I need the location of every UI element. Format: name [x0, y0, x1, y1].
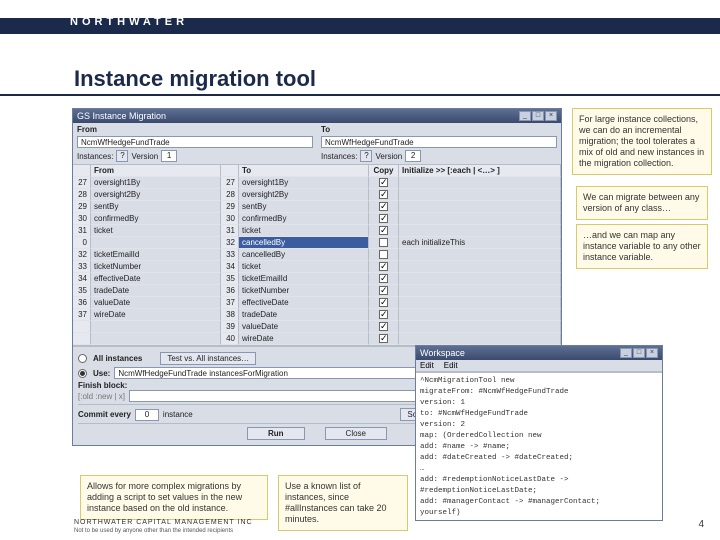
to-version-field[interactable]: 2	[405, 150, 421, 162]
all-instances-radio[interactable]	[78, 354, 87, 363]
table-row[interactable]: 30confirmedBy30confirmedBy	[73, 213, 561, 225]
table-row[interactable]: 35tradeDate36ticketNumber	[73, 285, 561, 297]
callout-versions: We can migrate between any version of an…	[576, 186, 708, 220]
commit-every-field[interactable]: 0	[135, 409, 159, 421]
callout-script: Allows for more complex migrations by ad…	[80, 475, 268, 520]
table-row[interactable]: 34effectiveDate35ticketEmailId	[73, 273, 561, 285]
table-row[interactable]: 032cancelledByeach initializeThis	[73, 237, 561, 249]
minimize-icon[interactable]: _	[519, 111, 531, 121]
page-number: 4	[698, 519, 704, 530]
use-label: Use:	[93, 369, 110, 378]
from-version-label: Version	[131, 152, 158, 161]
to-label: To	[321, 125, 557, 134]
brand: NORTHWATER	[70, 16, 188, 28]
instances-help-button[interactable]: ?	[116, 150, 128, 162]
window-title: GS Instance Migration	[77, 111, 166, 121]
mapping-grid: From To Copy Initialize >> [:each | <…> …	[73, 164, 561, 346]
workspace-title: Workspace	[420, 348, 465, 358]
window-titlebar[interactable]: GS Instance Migration _ □ ×	[73, 109, 561, 123]
table-row[interactable]: 28oversight2By28oversight2By	[73, 189, 561, 201]
footer-legal: Not to be used by anyone other than the …	[74, 528, 233, 534]
table-row[interactable]: 40wireDate	[73, 333, 561, 345]
table-row[interactable]: 33ticketNumber34ticket	[73, 261, 561, 273]
ws-minimize-icon[interactable]: _	[620, 348, 632, 358]
table-row[interactable]: 29sentBy29sentBy	[73, 201, 561, 213]
workspace-code[interactable]: ^NcmMigrationTool new migrateFrom: #NcmW…	[416, 372, 662, 520]
page-title: Instance migration tool	[74, 66, 316, 92]
from-class-field[interactable]: NcmWfHedgeFundTrade	[77, 136, 313, 148]
table-row[interactable]: 39valueDate	[73, 321, 561, 333]
commit-every-label: Commit every	[78, 410, 131, 419]
from-version-field[interactable]: 1	[161, 150, 177, 162]
instances-label: Instances:	[77, 152, 113, 161]
table-row[interactable]: 27oversight1By27oversight1By	[73, 177, 561, 189]
callout-incremental: For large instance collections, we can d…	[572, 108, 712, 175]
ws-menu-edit2[interactable]: Edit	[444, 361, 458, 370]
maximize-icon[interactable]: □	[532, 111, 544, 121]
finish-block-hint: [:old :new | x]	[78, 392, 125, 401]
all-instances-label: All instances	[93, 354, 142, 363]
footer-org: NORTHWATER CAPITAL MANAGEMENT INC	[74, 519, 253, 526]
table-row[interactable]: 37wireDate38tradeDate	[73, 309, 561, 321]
close-button[interactable]: Close	[325, 427, 387, 440]
table-row[interactable]: 36valueDate37effectiveDate	[73, 297, 561, 309]
table-row[interactable]: 32ticketEmailId33cancelledBy	[73, 249, 561, 261]
col-to[interactable]: To	[239, 165, 369, 177]
instances-label-2: Instances:	[321, 152, 357, 161]
workspace-titlebar[interactable]: Workspace _ □ ×	[416, 346, 662, 360]
to-class-field[interactable]: NcmWfHedgeFundTrade	[321, 136, 557, 148]
ws-menu-edit[interactable]: Edit	[420, 361, 434, 370]
title-underline	[0, 94, 720, 96]
col-init[interactable]: Initialize >> [:each | <…> ]	[399, 165, 561, 177]
instance-label: instance	[163, 410, 193, 419]
run-button[interactable]: Run	[247, 427, 305, 440]
to-version-label: Version	[375, 152, 402, 161]
ws-close-icon[interactable]: ×	[646, 348, 658, 358]
callout-mapping: …and we can map any instance variable to…	[576, 224, 708, 269]
workspace-window: Workspace _ □ × Edit Edit ^NcmMigrationT…	[415, 345, 663, 521]
test-vs-all-button[interactable]: Test vs. All instances…	[160, 352, 256, 365]
col-from[interactable]: From	[91, 165, 221, 177]
table-row[interactable]: 31ticket31ticket	[73, 225, 561, 237]
close-icon[interactable]: ×	[545, 111, 557, 121]
from-label: From	[77, 125, 313, 134]
finish-block-label: Finish block:	[78, 381, 127, 390]
callout-known-list: Use a known list of instances, since #al…	[278, 475, 408, 531]
use-radio[interactable]	[78, 369, 87, 378]
col-copy[interactable]: Copy	[369, 165, 399, 177]
instances-help-button-2[interactable]: ?	[360, 150, 372, 162]
ws-maximize-icon[interactable]: □	[633, 348, 645, 358]
